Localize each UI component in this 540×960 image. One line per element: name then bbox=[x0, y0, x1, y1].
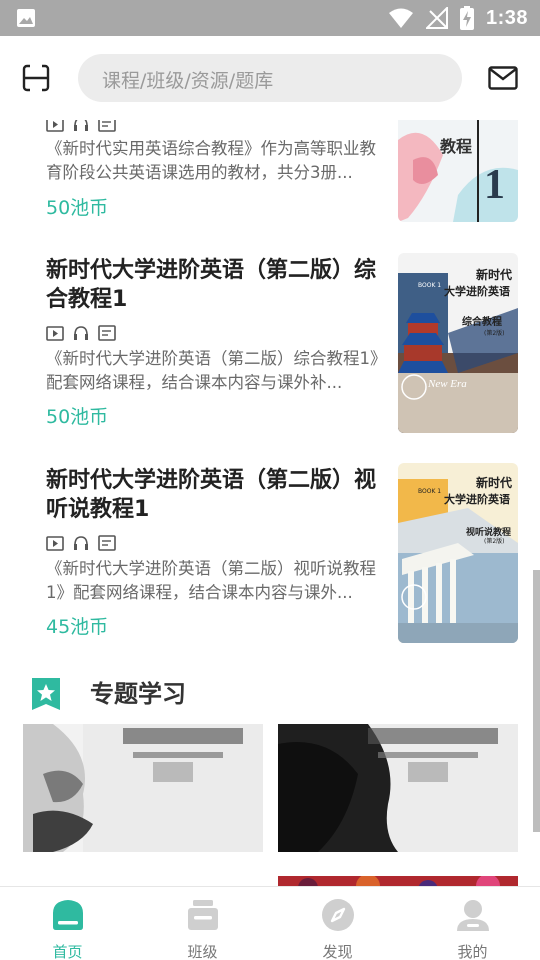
cover-text: 大学进阶英语 bbox=[444, 492, 510, 506]
status-time: 1:38 bbox=[485, 6, 528, 29]
cover-text: (第2版) bbox=[484, 329, 505, 337]
nav-class[interactable]: 班级 bbox=[135, 887, 270, 960]
nav-profile[interactable]: 我的 bbox=[405, 887, 540, 960]
course-feature-icons bbox=[46, 535, 116, 551]
document-icon bbox=[98, 325, 116, 341]
course-price: 50池币 bbox=[46, 406, 109, 428]
course-price: 50池币 bbox=[46, 197, 109, 219]
course-price: 45池币 bbox=[46, 616, 109, 638]
profile-icon bbox=[456, 900, 489, 931]
search-header: 课程/班级/资源/题库 bbox=[0, 36, 540, 120]
cover-text: 新时代 bbox=[476, 267, 512, 282]
course-description: 《新时代大学进阶英语（第二版）视听说教程1》配套网络课程，结合课本内容与课外..… bbox=[46, 559, 376, 602]
course-description: 《新时代大学进阶英语（第二版）综合教程1》配套网络课程，结合课本内容与课外补..… bbox=[46, 349, 387, 392]
home-icon bbox=[52, 900, 83, 930]
cover-text: New Era bbox=[427, 378, 467, 390]
cover-text: 新时代 bbox=[476, 475, 512, 490]
search-input[interactable]: 课程/班级/资源/题库 bbox=[78, 54, 462, 102]
cover-text: 大学进阶英语 bbox=[444, 284, 510, 298]
video-icon bbox=[46, 536, 64, 551]
cover-text: 综合教程 bbox=[462, 315, 502, 328]
course-card[interactable]: 新时代大学进阶英语（第二版）视听说教程1 《新时代大学进阶英语（第二版）视听说教… bbox=[0, 463, 540, 653]
course-card[interactable]: 《新时代实用英语综合教程》作为高等职业教育阶段公共英语课选用的教材，共分3册..… bbox=[0, 100, 540, 250]
document-icon bbox=[98, 535, 116, 551]
cover-text: BOOK 1 bbox=[418, 488, 441, 495]
audio-icon bbox=[74, 326, 88, 340]
nav-label: 首页 bbox=[52, 943, 83, 960]
scrollbar[interactable] bbox=[533, 570, 540, 832]
star-bookmark-icon bbox=[32, 678, 60, 710]
course-card[interactable]: 新时代大学进阶英语（第二版）综合教程1 《新时代大学进阶英语（第二版）综合教程1… bbox=[0, 253, 540, 443]
course-title: 新时代大学进阶英语（第二版）视听说教程1 bbox=[46, 468, 377, 522]
course-title: 新时代大学进阶英语（第二版）综合教程1 bbox=[46, 258, 377, 312]
nav-discover[interactable]: 发现 bbox=[270, 887, 405, 960]
nav-label: 我的 bbox=[457, 943, 488, 960]
bottom-navigation: 首页 班级 发现 我的 bbox=[0, 886, 540, 960]
section-title: 专题学习 bbox=[90, 680, 186, 708]
wifi-icon bbox=[388, 8, 413, 28]
course-cover-image: 新时代 大学进阶英语 视听说教程 (第2版) BOOK 1 bbox=[398, 463, 518, 643]
search-placeholder: 课程/班级/资源/题库 bbox=[102, 70, 274, 92]
nav-label: 班级 bbox=[187, 943, 218, 960]
app-screen: 1:38 《新时代实用英语综合教程》作为高等职业教育阶段公共英语课选用的教材，共… bbox=[0, 0, 540, 960]
course-feature-icons bbox=[46, 325, 116, 341]
battery-charging-icon bbox=[459, 6, 474, 30]
topic-card-image[interactable] bbox=[23, 724, 263, 852]
scan-icon[interactable] bbox=[22, 64, 50, 92]
cover-text: 1 bbox=[484, 162, 505, 208]
topic-card-image[interactable] bbox=[278, 724, 518, 852]
cover-text: 视听说教程 bbox=[466, 526, 511, 538]
compass-icon bbox=[321, 899, 354, 931]
video-icon bbox=[46, 326, 64, 341]
audio-icon bbox=[74, 536, 88, 550]
cover-text: BOOK 1 bbox=[418, 282, 441, 289]
gallery-notification-icon bbox=[17, 9, 35, 27]
mail-icon[interactable] bbox=[488, 66, 518, 90]
nav-label: 发现 bbox=[322, 943, 353, 960]
class-icon bbox=[187, 900, 218, 930]
cover-text: (第2版) bbox=[484, 537, 505, 545]
cover-text: 教程 bbox=[440, 137, 472, 156]
no-signal-icon bbox=[425, 7, 448, 29]
topic-section-header: 专题学习 bbox=[0, 668, 540, 716]
course-cover-image: 新时代 大学进阶英语 综合教程 (第2版) BOOK 1 New Era bbox=[398, 253, 518, 433]
course-description: 《新时代实用英语综合教程》作为高等职业教育阶段公共英语课选用的教材，共分3册..… bbox=[46, 139, 376, 182]
nav-home[interactable]: 首页 bbox=[0, 887, 135, 960]
status-bar: 1:38 bbox=[0, 0, 540, 36]
